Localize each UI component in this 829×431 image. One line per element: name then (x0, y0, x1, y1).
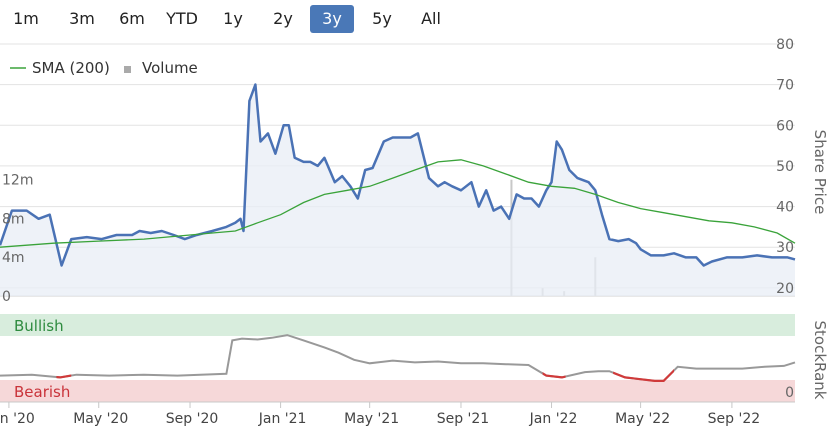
volume-tick-label: 8m (2, 211, 25, 227)
bearish-band (0, 380, 795, 402)
stockrank-axis-label: StockRank (811, 321, 829, 400)
price-tick-label: 80 (776, 37, 794, 53)
x-tick-label: Sep '21 (437, 411, 490, 427)
x-tick-label: May '20 (73, 411, 128, 427)
legend-volume-label: Volume (142, 59, 198, 77)
x-tick-label: Jan '21 (258, 411, 307, 427)
stockrank-bearish-segment (56, 374, 72, 379)
x-tick-label: Sep '22 (708, 411, 761, 427)
price-tick-label: 50 (776, 159, 794, 175)
stockrank-bearish-segment (542, 372, 566, 379)
bullish-band (0, 314, 795, 336)
x-tick-label: May '22 (615, 411, 670, 427)
share-price-axis-label: Share Price (811, 130, 829, 215)
bearish-label: Bearish (14, 383, 70, 401)
price-tick-label: 30 (776, 240, 794, 256)
x-tick-label: May '21 (344, 411, 399, 427)
x-tick-label: Jan '22 (529, 411, 578, 427)
volume-tick-label: 0 (2, 289, 11, 305)
stockrank-tick-label: 0 (785, 385, 794, 401)
price-tick-label: 70 (776, 78, 794, 94)
price-area (0, 84, 795, 296)
stockrank-bearish-segment (613, 368, 675, 382)
price-tick-label: 20 (776, 281, 794, 297)
legend-sma-label: SMA (200) (32, 59, 110, 77)
bullish-label: Bullish (14, 317, 64, 335)
price-tick-label: 60 (776, 118, 794, 134)
volume-tick-label: 4m (2, 250, 25, 266)
legend-volume-swatch (124, 66, 131, 73)
price-tick-label: 40 (776, 200, 794, 216)
x-tick-label: Sep '20 (166, 411, 219, 427)
x-tick-label: Jan '20 (0, 411, 35, 427)
volume-tick-label: 12m (2, 173, 33, 189)
chart: 20 30 40 50 60 70 80 Share Price 0 4m 8m 12m SMA (20… (0, 37, 829, 427)
stockrank-line (0, 334, 796, 382)
